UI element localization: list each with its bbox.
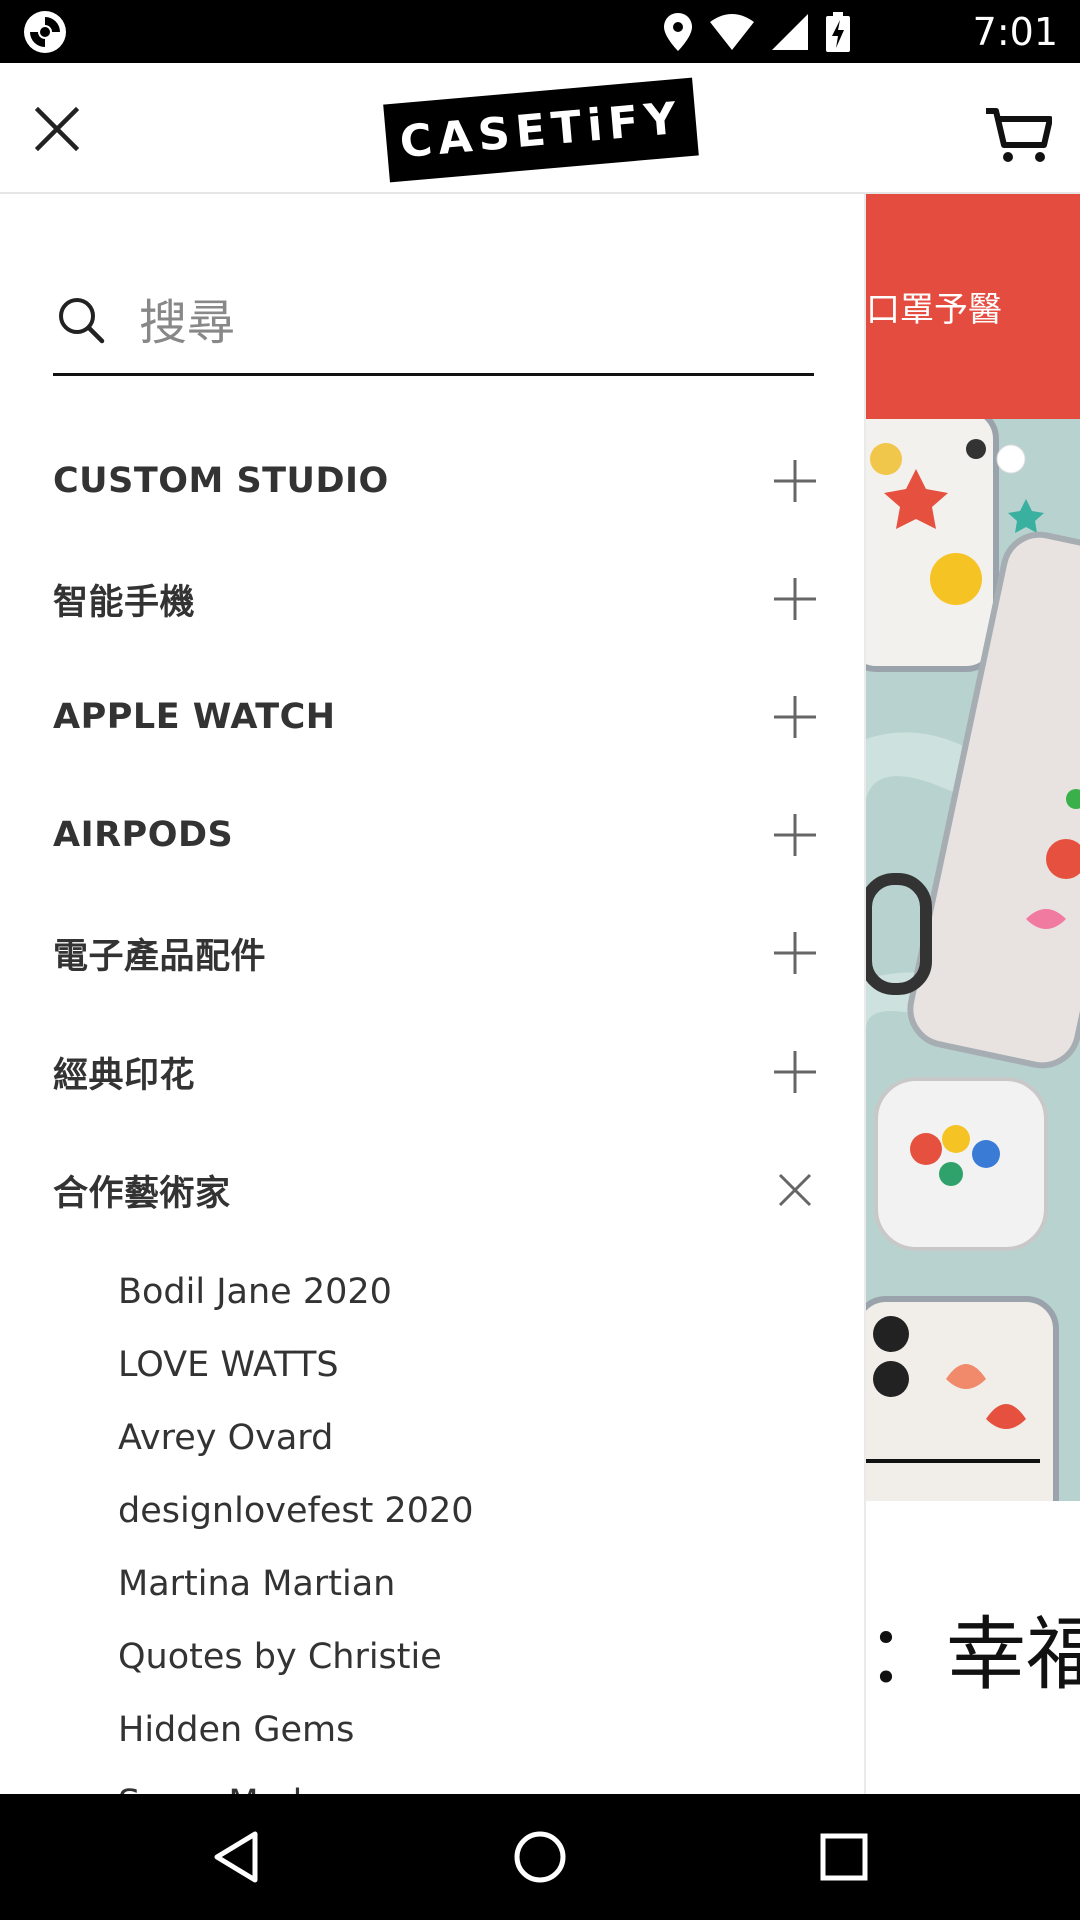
submenu-item[interactable]: LOVE WATTS [118, 1343, 339, 1387]
recents-button[interactable] [811, 1824, 877, 1890]
submenu-item[interactable]: Hidden Gems [118, 1708, 354, 1752]
submenu-item[interactable]: Avrey Ovard [118, 1416, 333, 1460]
home-circle-icon [514, 1831, 566, 1883]
hero-image-art [866, 419, 1080, 1501]
close-icon [35, 107, 79, 151]
menu-item-custom-studio[interactable]: CUSTOM STUDIO [53, 441, 818, 521]
home-button[interactable] [507, 1824, 573, 1890]
app-header: CASETiFY [0, 63, 1080, 194]
submenu-item[interactable]: designlovefest 2020 [118, 1489, 474, 1533]
expand-plus-icon[interactable] [772, 930, 818, 976]
expand-plus-icon[interactable] [772, 812, 818, 858]
expand-plus-icon[interactable] [772, 694, 818, 740]
collapse-close-icon[interactable] [772, 1167, 818, 1213]
close-menu-button[interactable] [24, 96, 90, 162]
submenu-item[interactable]: Bodil Jane 2020 [118, 1270, 392, 1314]
expand-plus-icon[interactable] [772, 1049, 818, 1095]
promo-banner[interactable]: 口罩予醫 [866, 194, 1080, 419]
location-icon [664, 13, 692, 51]
menu-item-classic-prints[interactable]: 經典印花 [53, 1032, 818, 1112]
navigation-drawer: CUSTOM STUDIO 智能手機 APPLE WATCH AIRPODS 電… [0, 194, 866, 1794]
battery-charging-icon [826, 12, 850, 52]
wifi-icon [710, 14, 754, 50]
submenu-item[interactable]: Martina Martian [118, 1562, 395, 1606]
search-input[interactable] [139, 286, 799, 360]
promo-banner-text: 口罩予醫 [866, 290, 1002, 330]
signal-icon [772, 14, 808, 50]
menu-item-apple-watch[interactable]: APPLE WATCH [53, 677, 818, 757]
search-icon [59, 298, 105, 344]
casetify-logo[interactable]: CASETiFY [383, 77, 699, 183]
status-time: 7:01 [972, 10, 1058, 54]
back-button[interactable] [203, 1824, 269, 1890]
search-bar[interactable] [53, 272, 814, 376]
menu-item-smartphones[interactable]: 智能手機 [53, 559, 818, 639]
hero-image[interactable] [866, 419, 1080, 1501]
menu-item-airpods[interactable]: AIRPODS [53, 795, 818, 875]
menu-item-label: 合作藝術家 [53, 1173, 231, 1214]
system-nav-bar [0, 1794, 1080, 1920]
submenu-item[interactable]: Sama Mode [118, 1781, 324, 1794]
menu-item-label: AIRPODS [53, 815, 234, 855]
recents-square-icon [820, 1833, 868, 1881]
menu-item-label: 智能手機 [53, 582, 196, 623]
status-bar: 7:01 [0, 0, 1080, 63]
menu-item-artist-collabs[interactable]: 合作藝術家 [53, 1150, 818, 1230]
status-icons [664, 12, 850, 52]
cart-icon [986, 108, 1052, 162]
background-heading: ：幸福 [866, 1608, 1080, 1700]
menu-item-label: CUSTOM STUDIO [53, 461, 389, 501]
back-triangle-icon [214, 1831, 258, 1883]
submenu-item[interactable]: Quotes by Christie [118, 1635, 442, 1679]
menu-item-label: 經典印花 [53, 1055, 196, 1096]
menu-item-label: 電子產品配件 [53, 936, 267, 977]
menu-item-electronics-accessories[interactable]: 電子產品配件 [53, 913, 818, 993]
logo-text: CASETiFY [397, 92, 685, 168]
cart-button[interactable] [980, 103, 1056, 169]
app-notification-icon [24, 11, 66, 53]
expand-plus-icon[interactable] [772, 576, 818, 622]
menu-item-label: APPLE WATCH [53, 697, 336, 737]
expand-plus-icon[interactable] [772, 458, 818, 504]
